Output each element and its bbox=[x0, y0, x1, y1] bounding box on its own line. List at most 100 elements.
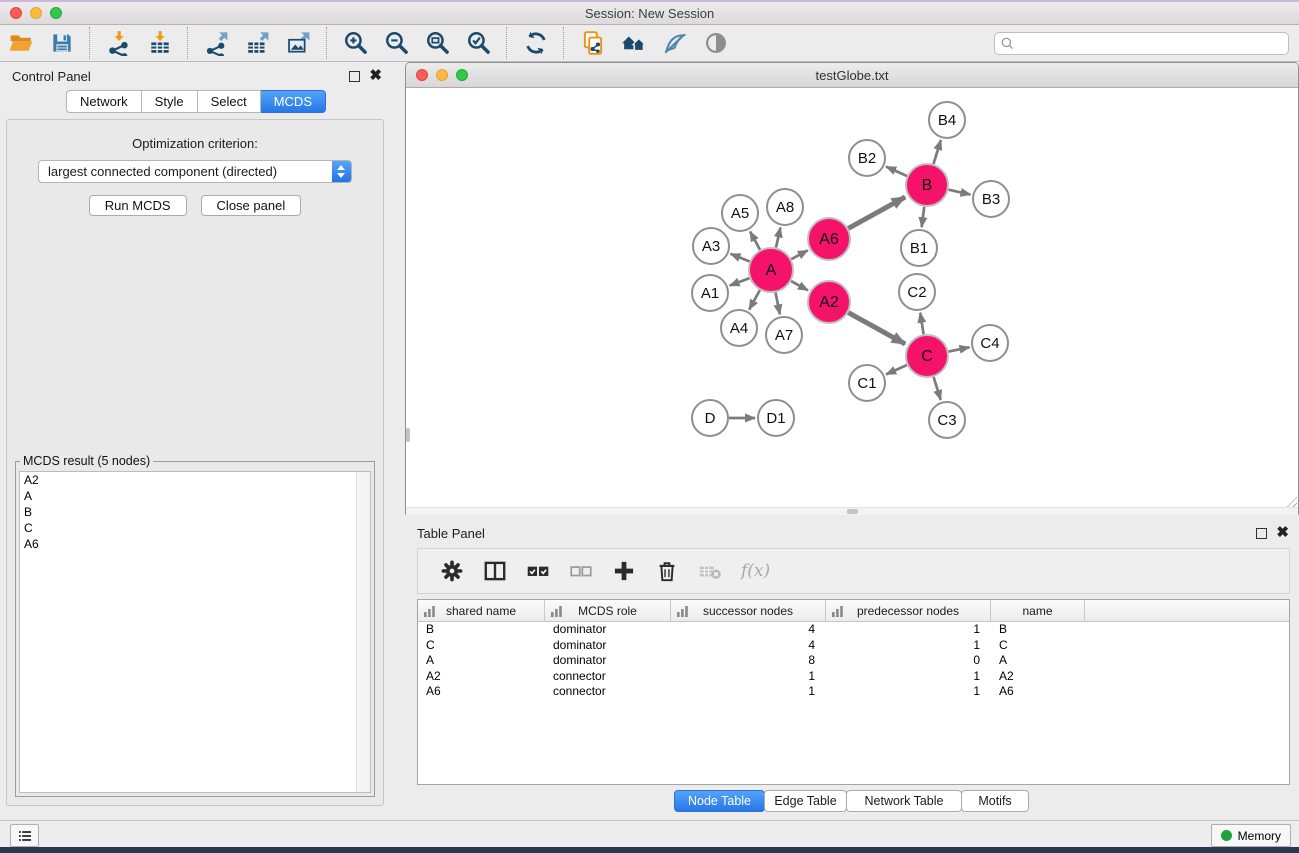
edge-B-B1[interactable] bbox=[922, 207, 925, 227]
node-B[interactable]: B bbox=[906, 164, 948, 206]
result-item[interactable]: A2 bbox=[20, 472, 370, 488]
node-A5[interactable]: A5 bbox=[722, 195, 758, 231]
export-image-icon[interactable] bbox=[285, 30, 312, 57]
cell-name[interactable]: B bbox=[991, 622, 1085, 638]
node-A3[interactable]: A3 bbox=[693, 228, 729, 264]
tab-mcds[interactable]: MCDS bbox=[261, 90, 326, 113]
tab-edge-table[interactable]: Edge Table bbox=[764, 790, 847, 812]
edge-A2-C[interactable] bbox=[848, 313, 905, 344]
result-item[interactable]: B bbox=[20, 504, 370, 520]
edge-C-C4[interactable] bbox=[949, 347, 970, 351]
table-row[interactable]: Cdominator41C bbox=[418, 638, 1289, 654]
first-neighbors-icon[interactable] bbox=[620, 30, 647, 57]
edge-A-A6[interactable] bbox=[791, 250, 808, 259]
edge-C-C2[interactable] bbox=[920, 313, 923, 335]
column-header-name[interactable]: name bbox=[991, 600, 1085, 622]
node-D[interactable]: D bbox=[692, 400, 728, 436]
edge-B-B4[interactable] bbox=[933, 140, 940, 164]
cell-predecessor-nodes[interactable]: 1 bbox=[826, 638, 991, 654]
node-D1[interactable]: D1 bbox=[758, 400, 794, 436]
cell-shared-name[interactable]: A bbox=[418, 653, 545, 669]
edge-C-C1[interactable] bbox=[886, 365, 907, 374]
node-A2[interactable]: A2 bbox=[808, 281, 850, 323]
column-header-successor-nodes[interactable]: successor nodes bbox=[671, 600, 826, 622]
cell-successor-nodes[interactable]: 4 bbox=[671, 638, 826, 654]
node-C4[interactable]: C4 bbox=[972, 325, 1008, 361]
edge-A-A2[interactable] bbox=[791, 281, 808, 290]
cell-shared-name[interactable]: A6 bbox=[418, 684, 545, 700]
column-header-predecessor-nodes[interactable]: predecessor nodes bbox=[826, 600, 991, 622]
edge-C-C3[interactable] bbox=[934, 377, 941, 400]
cell-name[interactable]: C bbox=[991, 638, 1085, 654]
run-mcds-button[interactable]: Run MCDS bbox=[89, 195, 187, 216]
cell-MCDS-role[interactable]: connector bbox=[545, 684, 671, 700]
cell-predecessor-nodes[interactable]: 1 bbox=[826, 684, 991, 700]
close-panel-icon[interactable]: ✖ bbox=[369, 71, 382, 81]
edge-B-B3[interactable] bbox=[948, 190, 970, 195]
node-C3[interactable]: C3 bbox=[929, 402, 965, 438]
cell-shared-name[interactable]: B bbox=[418, 622, 545, 638]
node-C[interactable]: C bbox=[906, 335, 948, 377]
cell-MCDS-role[interactable]: dominator bbox=[545, 638, 671, 654]
column-header-shared-name[interactable]: shared name bbox=[418, 600, 545, 622]
zoom-out-icon[interactable] bbox=[383, 30, 410, 57]
search-input[interactable] bbox=[1015, 34, 1288, 53]
refresh-icon[interactable] bbox=[522, 30, 549, 57]
split-columns-icon[interactable] bbox=[481, 558, 508, 585]
delete-table-icon[interactable] bbox=[696, 558, 723, 585]
horizontal-scrollbar-thumb[interactable] bbox=[847, 509, 858, 514]
edge-A-A4[interactable] bbox=[749, 290, 760, 309]
vertical-scrollbar-thumb[interactable] bbox=[406, 428, 410, 442]
graphics-details-icon[interactable] bbox=[661, 30, 688, 57]
cell-successor-nodes[interactable]: 4 bbox=[671, 622, 826, 638]
tab-motifs[interactable]: Motifs bbox=[961, 790, 1029, 812]
table-row[interactable]: A2connector11A2 bbox=[418, 669, 1289, 685]
float-panel-icon[interactable] bbox=[349, 71, 360, 82]
deselect-all-icon[interactable] bbox=[567, 558, 594, 585]
cell-name[interactable]: A2 bbox=[991, 669, 1085, 685]
close-panel-button[interactable]: Close panel bbox=[201, 195, 302, 216]
node-C2[interactable]: C2 bbox=[899, 274, 935, 310]
node-C1[interactable]: C1 bbox=[849, 365, 885, 401]
tab-network-table[interactable]: Network Table bbox=[846, 790, 962, 812]
select-all-icon[interactable] bbox=[524, 558, 551, 585]
cell-successor-nodes[interactable]: 1 bbox=[671, 684, 826, 700]
cell-successor-nodes[interactable]: 1 bbox=[671, 669, 826, 685]
edge-A-A8[interactable] bbox=[776, 227, 780, 247]
edge-B-B2[interactable] bbox=[886, 167, 907, 176]
edge-A6-B[interactable] bbox=[848, 197, 905, 228]
open-folder-icon[interactable] bbox=[7, 30, 34, 57]
cell-MCDS-role[interactable]: connector bbox=[545, 669, 671, 685]
node-A6[interactable]: A6 bbox=[808, 218, 850, 260]
cell-name[interactable]: A bbox=[991, 653, 1085, 669]
float-table-panel-icon[interactable] bbox=[1256, 528, 1267, 539]
edge-A-A5[interactable] bbox=[750, 231, 760, 249]
result-item[interactable]: C bbox=[20, 520, 370, 536]
zoom-in-icon[interactable] bbox=[342, 30, 369, 57]
duplicate-network-icon[interactable] bbox=[579, 30, 606, 57]
tab-network[interactable]: Network bbox=[66, 90, 142, 113]
node-A[interactable]: A bbox=[749, 248, 793, 292]
close-table-panel-icon[interactable]: ✖ bbox=[1276, 528, 1289, 538]
gear-icon[interactable] bbox=[438, 558, 465, 585]
criterion-select[interactable]: largest connected component (directed) bbox=[38, 160, 352, 183]
delete-column-icon[interactable] bbox=[653, 558, 680, 585]
cell-shared-name[interactable]: A2 bbox=[418, 669, 545, 685]
edge-A-A1[interactable] bbox=[730, 278, 750, 285]
node-B1[interactable]: B1 bbox=[901, 230, 937, 266]
import-table-icon[interactable] bbox=[146, 30, 173, 57]
node-A8[interactable]: A8 bbox=[767, 189, 803, 225]
node-A7[interactable]: A7 bbox=[766, 317, 802, 353]
table-row[interactable]: Adominator80A bbox=[418, 653, 1289, 669]
cell-MCDS-role[interactable]: dominator bbox=[545, 622, 671, 638]
cell-name[interactable]: A6 bbox=[991, 684, 1085, 700]
result-item[interactable]: A bbox=[20, 488, 370, 504]
search-field[interactable] bbox=[994, 32, 1289, 55]
result-scrollbar[interactable] bbox=[356, 472, 370, 792]
export-table-icon[interactable] bbox=[244, 30, 271, 57]
cell-shared-name[interactable]: C bbox=[418, 638, 545, 654]
add-column-icon[interactable] bbox=[610, 558, 637, 585]
table-row[interactable]: Bdominator41B bbox=[418, 622, 1289, 638]
tab-style[interactable]: Style bbox=[142, 90, 198, 113]
edge-A-A7[interactable] bbox=[776, 293, 780, 315]
